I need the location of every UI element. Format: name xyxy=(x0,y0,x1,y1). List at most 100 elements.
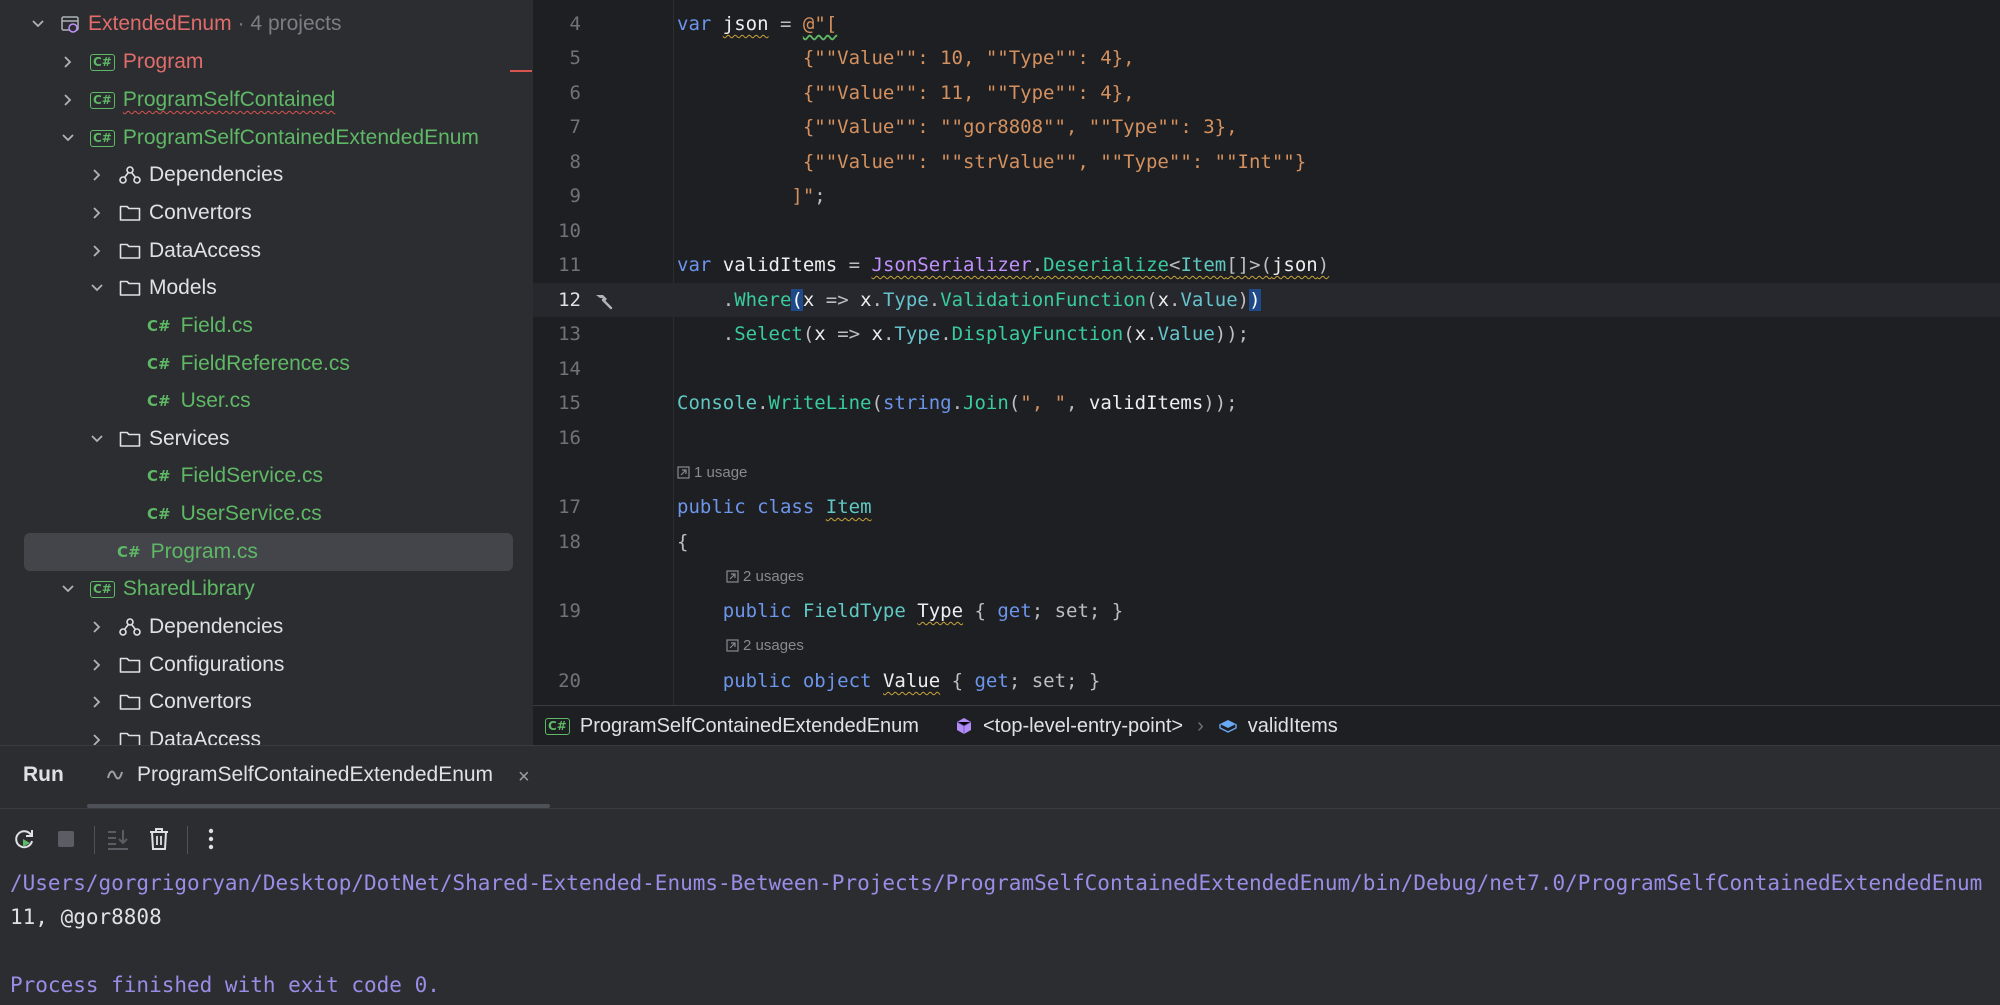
chevron-right-icon[interactable] xyxy=(60,92,76,108)
breadcrumb-project[interactable]: C# ProgramSelfContainedExtendedEnum xyxy=(545,715,919,738)
tree-item-label: Convertors xyxy=(149,201,252,224)
tree-item-dataaccess[interactable]: DataAccess xyxy=(0,232,533,270)
code-line[interactable]: 4 var json = @"[ xyxy=(533,7,2000,41)
tree-item-program-cs[interactable]: C# Program.cs xyxy=(24,533,513,571)
tree-item-userservice-cs[interactable]: C# UserService.cs xyxy=(0,495,533,533)
code-token: string xyxy=(882,392,952,414)
breadcrumb-symbol[interactable]: validItems xyxy=(1218,715,1338,738)
chevron-down-icon[interactable] xyxy=(60,130,76,146)
csharp-project-icon: C# xyxy=(545,717,570,735)
usages-hint[interactable]: 1 usage xyxy=(677,464,747,481)
code-line[interactable]: 14 xyxy=(533,352,2000,386)
tree-item-program[interactable]: C# Program xyxy=(0,43,533,81)
code-line[interactable]: 18 { xyxy=(533,525,2000,559)
chevron-right-icon[interactable] xyxy=(89,619,105,635)
variable-icon xyxy=(1219,720,1237,733)
chevron-right-icon[interactable] xyxy=(89,732,105,745)
code-token: x xyxy=(1134,323,1147,345)
chevron-down-icon[interactable] xyxy=(89,280,105,296)
chevron-right-icon[interactable] xyxy=(89,205,105,221)
code-line[interactable]: 9 ]"; xyxy=(533,179,2000,213)
code-line[interactable]: 10 xyxy=(533,214,2000,248)
code-text: public class Item xyxy=(677,490,872,524)
chevron-down-icon[interactable] xyxy=(89,431,105,447)
tree-item-label: SharedLibrary xyxy=(122,577,255,600)
code-line[interactable]: 15 Console.WriteLine(string.Join(", ", v… xyxy=(533,386,2000,420)
chevron-right-icon[interactable] xyxy=(60,54,76,70)
code-line[interactable]: 7 {""Value"": ""gor8808"", ""Type"": 3}, xyxy=(533,110,2000,144)
chevron-right-icon[interactable] xyxy=(89,167,105,183)
tree-item-label: FieldReference.cs xyxy=(180,352,350,375)
code-line[interactable]: 13 .Select(x => x.Type.DisplayFunction(x… xyxy=(533,317,2000,351)
toolbar-divider xyxy=(94,826,95,854)
chevron-right-icon[interactable] xyxy=(89,657,105,673)
code-token: Console xyxy=(677,392,758,414)
code-token: Type xyxy=(882,289,929,311)
code-token: FieldType xyxy=(802,600,906,622)
csharp-file-icon: C# xyxy=(147,392,171,410)
line-number: 13 xyxy=(558,323,581,345)
tree-item-dataaccess-2[interactable]: DataAccess xyxy=(0,721,533,745)
tree-item-dependencies[interactable]: Dependencies xyxy=(0,156,533,194)
trash-icon[interactable] xyxy=(144,824,174,854)
code-token: ValidationFunction xyxy=(940,289,1147,311)
code-token: x xyxy=(802,289,815,311)
more-options-icon[interactable] xyxy=(196,824,226,854)
tree-item-sharedlibrary[interactable]: C# SharedLibrary xyxy=(0,570,533,608)
code-token: Type xyxy=(894,323,941,345)
tree-item-convertors-2[interactable]: Convertors xyxy=(0,683,533,721)
usages-hint-label: 2 usages xyxy=(743,637,804,654)
code-text: public object Value { get; set; } xyxy=(722,670,1101,692)
tree-item-label: Program.cs xyxy=(150,540,258,563)
run-tab[interactable]: ProgramSelfContainedExtendedEnum xyxy=(107,763,493,787)
hammer-icon[interactable] xyxy=(593,291,615,316)
code-line[interactable]: 5 {""Value"": 10, ""Type"": 4}, xyxy=(533,41,2000,75)
tree-item-services[interactable]: Services xyxy=(0,420,533,458)
tree-root-label: ExtendedEnum xyxy=(88,12,232,35)
code-token: Where xyxy=(734,289,792,311)
code-line[interactable]: 6 {""Value"": 11, ""Type"": 4}, xyxy=(533,76,2000,110)
console-output-line: 11, @gor8808 xyxy=(10,905,162,929)
tree-item-models[interactable]: Models xyxy=(0,269,533,307)
tree-item-dependencies-2[interactable]: Dependencies xyxy=(0,608,533,646)
tree-item-label: Models xyxy=(149,276,217,299)
code-line[interactable]: 20 public object Value { get; set; } xyxy=(533,664,2000,698)
console-output[interactable]: /Users/gorgrigoryan/Desktop/DotNet/Share… xyxy=(10,866,1982,1002)
tree-item-configurations[interactable]: Configurations xyxy=(0,646,533,684)
tree-item-user-cs[interactable]: C# User.cs xyxy=(0,382,533,420)
code-text: {""Value"": ""strValue"", ""Type"": ""In… xyxy=(677,151,1307,173)
line-number: 19 xyxy=(558,600,581,622)
run-config-icon xyxy=(107,770,123,780)
chevron-down-icon[interactable] xyxy=(30,16,46,32)
close-icon[interactable]: × xyxy=(518,766,530,789)
rerun-button[interactable] xyxy=(9,824,39,854)
code-line[interactable]: 16 xyxy=(533,421,2000,455)
scroll-to-end-button[interactable] xyxy=(103,824,133,854)
code-token: public xyxy=(722,600,792,622)
tree-item-fieldreference-cs[interactable]: C# FieldReference.cs xyxy=(0,345,533,383)
tree-root-extendedenum[interactable]: ExtendedEnum · 4 projects xyxy=(0,5,533,43)
tree-item-convertors[interactable]: Convertors xyxy=(0,194,533,232)
chevron-right-icon[interactable] xyxy=(89,694,105,710)
stop-button[interactable] xyxy=(51,824,81,854)
tree-item-fieldservice-cs[interactable]: C# FieldService.cs xyxy=(0,457,533,495)
code-line[interactable]: 19 public FieldType Type { get; set; } xyxy=(533,594,2000,628)
tree-item-programselfcontained[interactable]: C# ProgramSelfContained xyxy=(0,81,533,119)
usages-hint[interactable]: 2 usages xyxy=(726,637,804,654)
breadcrumb-entry[interactable]: <top-level-entry-point> xyxy=(955,715,1183,738)
code-text: var validItems = JsonSerializer.Deserial… xyxy=(677,254,1330,276)
tree-item-field-cs[interactable]: C# Field.cs xyxy=(0,307,533,345)
console-executable-path[interactable]: /Users/gorgrigoryan/Desktop/DotNet/Share… xyxy=(10,871,1982,895)
code-token: = xyxy=(768,13,803,35)
code-editor[interactable]: 4 var json = @"[ 5 {""Value"": 10, ""Typ… xyxy=(533,0,2000,705)
code-line-current[interactable]: 12 .Where(x => x.Type.ValidationFunction… xyxy=(533,283,2000,317)
tree-item-programselfcontainedextendedenum[interactable]: C# ProgramSelfContainedExtendedEnum xyxy=(0,119,533,157)
chevron-down-icon[interactable] xyxy=(60,581,76,597)
csharp-project-icon: C# xyxy=(90,129,115,147)
code-line[interactable]: 17 public class Item xyxy=(533,490,2000,524)
code-line[interactable]: 8 {""Value"": ""strValue"", ""Type"": ""… xyxy=(533,145,2000,179)
usages-hint[interactable]: 2 usages xyxy=(726,568,804,585)
chevron-right-icon[interactable] xyxy=(89,243,105,259)
dependencies-icon xyxy=(119,617,141,637)
code-line[interactable]: 11 var validItems = JsonSerializer.Deser… xyxy=(533,248,2000,282)
